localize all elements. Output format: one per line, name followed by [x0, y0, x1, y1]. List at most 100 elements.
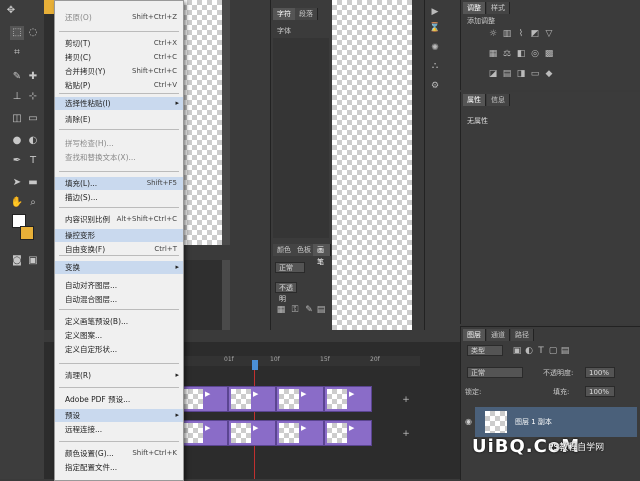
- menu-item[interactable]: 操控变形: [55, 229, 183, 242]
- tab-info[interactable]: 信息: [487, 94, 510, 106]
- opacity-field[interactable]: 100%: [585, 367, 615, 378]
- tab-paragraph[interactable]: 段落: [295, 8, 318, 20]
- menu-item[interactable]: 拷贝(C) Ctrl+C: [55, 51, 183, 64]
- tab-character[interactable]: 字符: [273, 8, 296, 20]
- add-track-icon[interactable]: +: [400, 428, 412, 440]
- timeline-frame[interactable]: ▶: [180, 386, 228, 412]
- menu-item[interactable]: 变换 ▸: [55, 261, 183, 274]
- threshold-icon[interactable]: ◨: [515, 68, 527, 80]
- tab-properties[interactable]: 属性: [463, 94, 486, 106]
- menu-item[interactable]: 自动混合图层...: [55, 293, 183, 306]
- brush-opacity-dropdown[interactable]: 不透明: [275, 282, 297, 303]
- dodge-tool-icon[interactable]: ◐: [26, 134, 40, 148]
- layer-row[interactable]: ◉ 图层 1 副本: [465, 407, 637, 437]
- channel-mixer-icon[interactable]: ▩: [543, 48, 555, 60]
- type-tool-icon[interactable]: T: [26, 154, 40, 168]
- timeline-frame[interactable]: ▶: [276, 386, 324, 412]
- layer-kind-filter[interactable]: 类型: [467, 345, 503, 356]
- menu-item[interactable]: 预设 ▸: [55, 409, 183, 422]
- canvas-scrollbar[interactable]: [222, 0, 230, 330]
- filter-shape-icon[interactable]: ▢: [547, 345, 559, 357]
- blend-mode-dropdown[interactable]: 正常: [467, 367, 523, 378]
- menu-item[interactable]: 颜色设置(G)... Shift+Ctrl+K: [55, 447, 183, 460]
- move-tool-icon[interactable]: ✥: [4, 4, 18, 18]
- selective-color-icon[interactable]: ◆: [543, 68, 555, 80]
- vibrance-icon[interactable]: ▽: [543, 28, 555, 40]
- filter-pixel-icon[interactable]: ▣: [511, 345, 523, 357]
- menu-item[interactable]: 粘贴(P) Ctrl+V: [55, 79, 183, 92]
- tab-paths[interactable]: 路径: [511, 329, 534, 341]
- lasso-tool-icon[interactable]: ◌: [26, 26, 40, 40]
- menu-item[interactable]: 查找和替换文本(X)...: [55, 151, 183, 164]
- crop-tool-icon[interactable]: ⌗: [10, 46, 24, 60]
- background-color-swatch[interactable]: [20, 226, 34, 240]
- tab-channels[interactable]: 通道: [487, 329, 510, 341]
- menu-item[interactable]: Adobe PDF 预设...: [55, 393, 183, 406]
- clone-source-icon[interactable]: ⛬: [429, 60, 441, 72]
- filter-type-icon[interactable]: T: [535, 345, 547, 357]
- blur-tool-icon[interactable]: ●: [10, 134, 24, 148]
- brush-settings-icon[interactable]: ▦: [275, 304, 287, 316]
- visibility-eye-icon[interactable]: ◉: [465, 417, 472, 426]
- photo-filter-icon[interactable]: ◎: [529, 48, 541, 60]
- filter-adjust-icon[interactable]: ◐: [523, 345, 535, 357]
- pen-tool-icon[interactable]: ✒: [10, 154, 24, 168]
- menu-item[interactable]: 清理(R) ▸: [55, 369, 183, 382]
- play-icon[interactable]: ▶: [429, 6, 441, 18]
- invert-icon[interactable]: ◪: [487, 68, 499, 80]
- actions-icon[interactable]: ⚙: [429, 80, 441, 92]
- menu-item[interactable]: 描边(S)...: [55, 191, 183, 204]
- color-balance-icon[interactable]: ⚖: [501, 48, 513, 60]
- menu-item[interactable]: 自动对齐图层...: [55, 279, 183, 292]
- timeline-frame[interactable]: ▶: [228, 386, 276, 412]
- menu-item[interactable]: 定义图案...: [55, 329, 183, 342]
- shape-tool-icon[interactable]: ▬: [26, 176, 40, 190]
- path-select-tool-icon[interactable]: ➤: [10, 176, 24, 190]
- history-icon[interactable]: ⌛: [429, 22, 441, 34]
- levels-icon[interactable]: ▥: [501, 28, 513, 40]
- quick-mask-icon[interactable]: ◙: [10, 254, 24, 268]
- hand-tool-icon[interactable]: ✋: [10, 196, 24, 210]
- brush-pen-icon[interactable]: ✎: [303, 304, 315, 316]
- menu-item[interactable]: 选择性粘贴(I) ▸: [55, 97, 183, 110]
- add-track-icon[interactable]: +: [400, 394, 412, 406]
- menu-item[interactable]: 内容识别比例 Alt+Shift+Ctrl+C: [55, 213, 183, 226]
- tab-adjustments[interactable]: 调整: [463, 2, 486, 14]
- marquee-tool-icon[interactable]: ⬚: [10, 26, 24, 40]
- stamp-tool-icon[interactable]: ⊹: [26, 90, 40, 104]
- brush-mode-dropdown[interactable]: 正常: [275, 262, 305, 273]
- tab-styles[interactable]: 样式: [487, 2, 510, 14]
- tab-layers[interactable]: 图层: [463, 329, 486, 341]
- gradient-tool-icon[interactable]: ▭: [26, 112, 40, 126]
- menu-item[interactable]: 拼写检查(H)...: [55, 137, 183, 150]
- filter-smart-icon[interactable]: ▤: [559, 345, 571, 357]
- menu-item[interactable]: 远程连接...: [55, 423, 183, 436]
- timeline-frame[interactable]: ▶: [324, 420, 372, 446]
- timeline-frame[interactable]: ▶: [228, 420, 276, 446]
- screen-mode-icon[interactable]: ▣: [26, 254, 40, 268]
- menu-item[interactable]: 清除(E): [55, 113, 183, 126]
- menu-item[interactable]: 合并拷贝(Y) Shift+Ctrl+C: [55, 65, 183, 78]
- brush-tool-icon[interactable]: ⊥: [10, 90, 24, 104]
- brush-lock-icon[interactable]: ⚿: [289, 304, 301, 316]
- brush-presets-icon[interactable]: ✺: [429, 42, 441, 54]
- posterize-icon[interactable]: ▤: [501, 68, 513, 80]
- menu-item[interactable]: 定义画笔预设(B)...: [55, 315, 183, 328]
- playhead[interactable]: [252, 360, 258, 370]
- timeline-frame[interactable]: ▶: [180, 420, 228, 446]
- zoom-tool-icon[interactable]: ⌕: [26, 196, 40, 210]
- menu-item[interactable]: 填充(L)... Shift+F5: [55, 177, 183, 190]
- healing-tool-icon[interactable]: ✚: [26, 70, 40, 84]
- curves-icon[interactable]: ⌇: [515, 28, 527, 40]
- menu-item[interactable]: 定义自定形状...: [55, 343, 183, 356]
- brush-delete-icon[interactable]: ▤: [315, 304, 327, 316]
- timeline-frame[interactable]: ▶: [324, 386, 372, 412]
- hue-sat-icon[interactable]: ▦: [487, 48, 499, 60]
- eyedropper-tool-icon[interactable]: ✎: [10, 70, 24, 84]
- menu-item[interactable]: 自由变换(F) Ctrl+T: [55, 243, 183, 256]
- exposure-icon[interactable]: ◩: [529, 28, 541, 40]
- timeline-frame[interactable]: ▶: [276, 420, 324, 446]
- black-white-icon[interactable]: ◧: [515, 48, 527, 60]
- fill-field[interactable]: 100%: [585, 386, 615, 397]
- menu-item[interactable]: 剪切(T) Ctrl+X: [55, 37, 183, 50]
